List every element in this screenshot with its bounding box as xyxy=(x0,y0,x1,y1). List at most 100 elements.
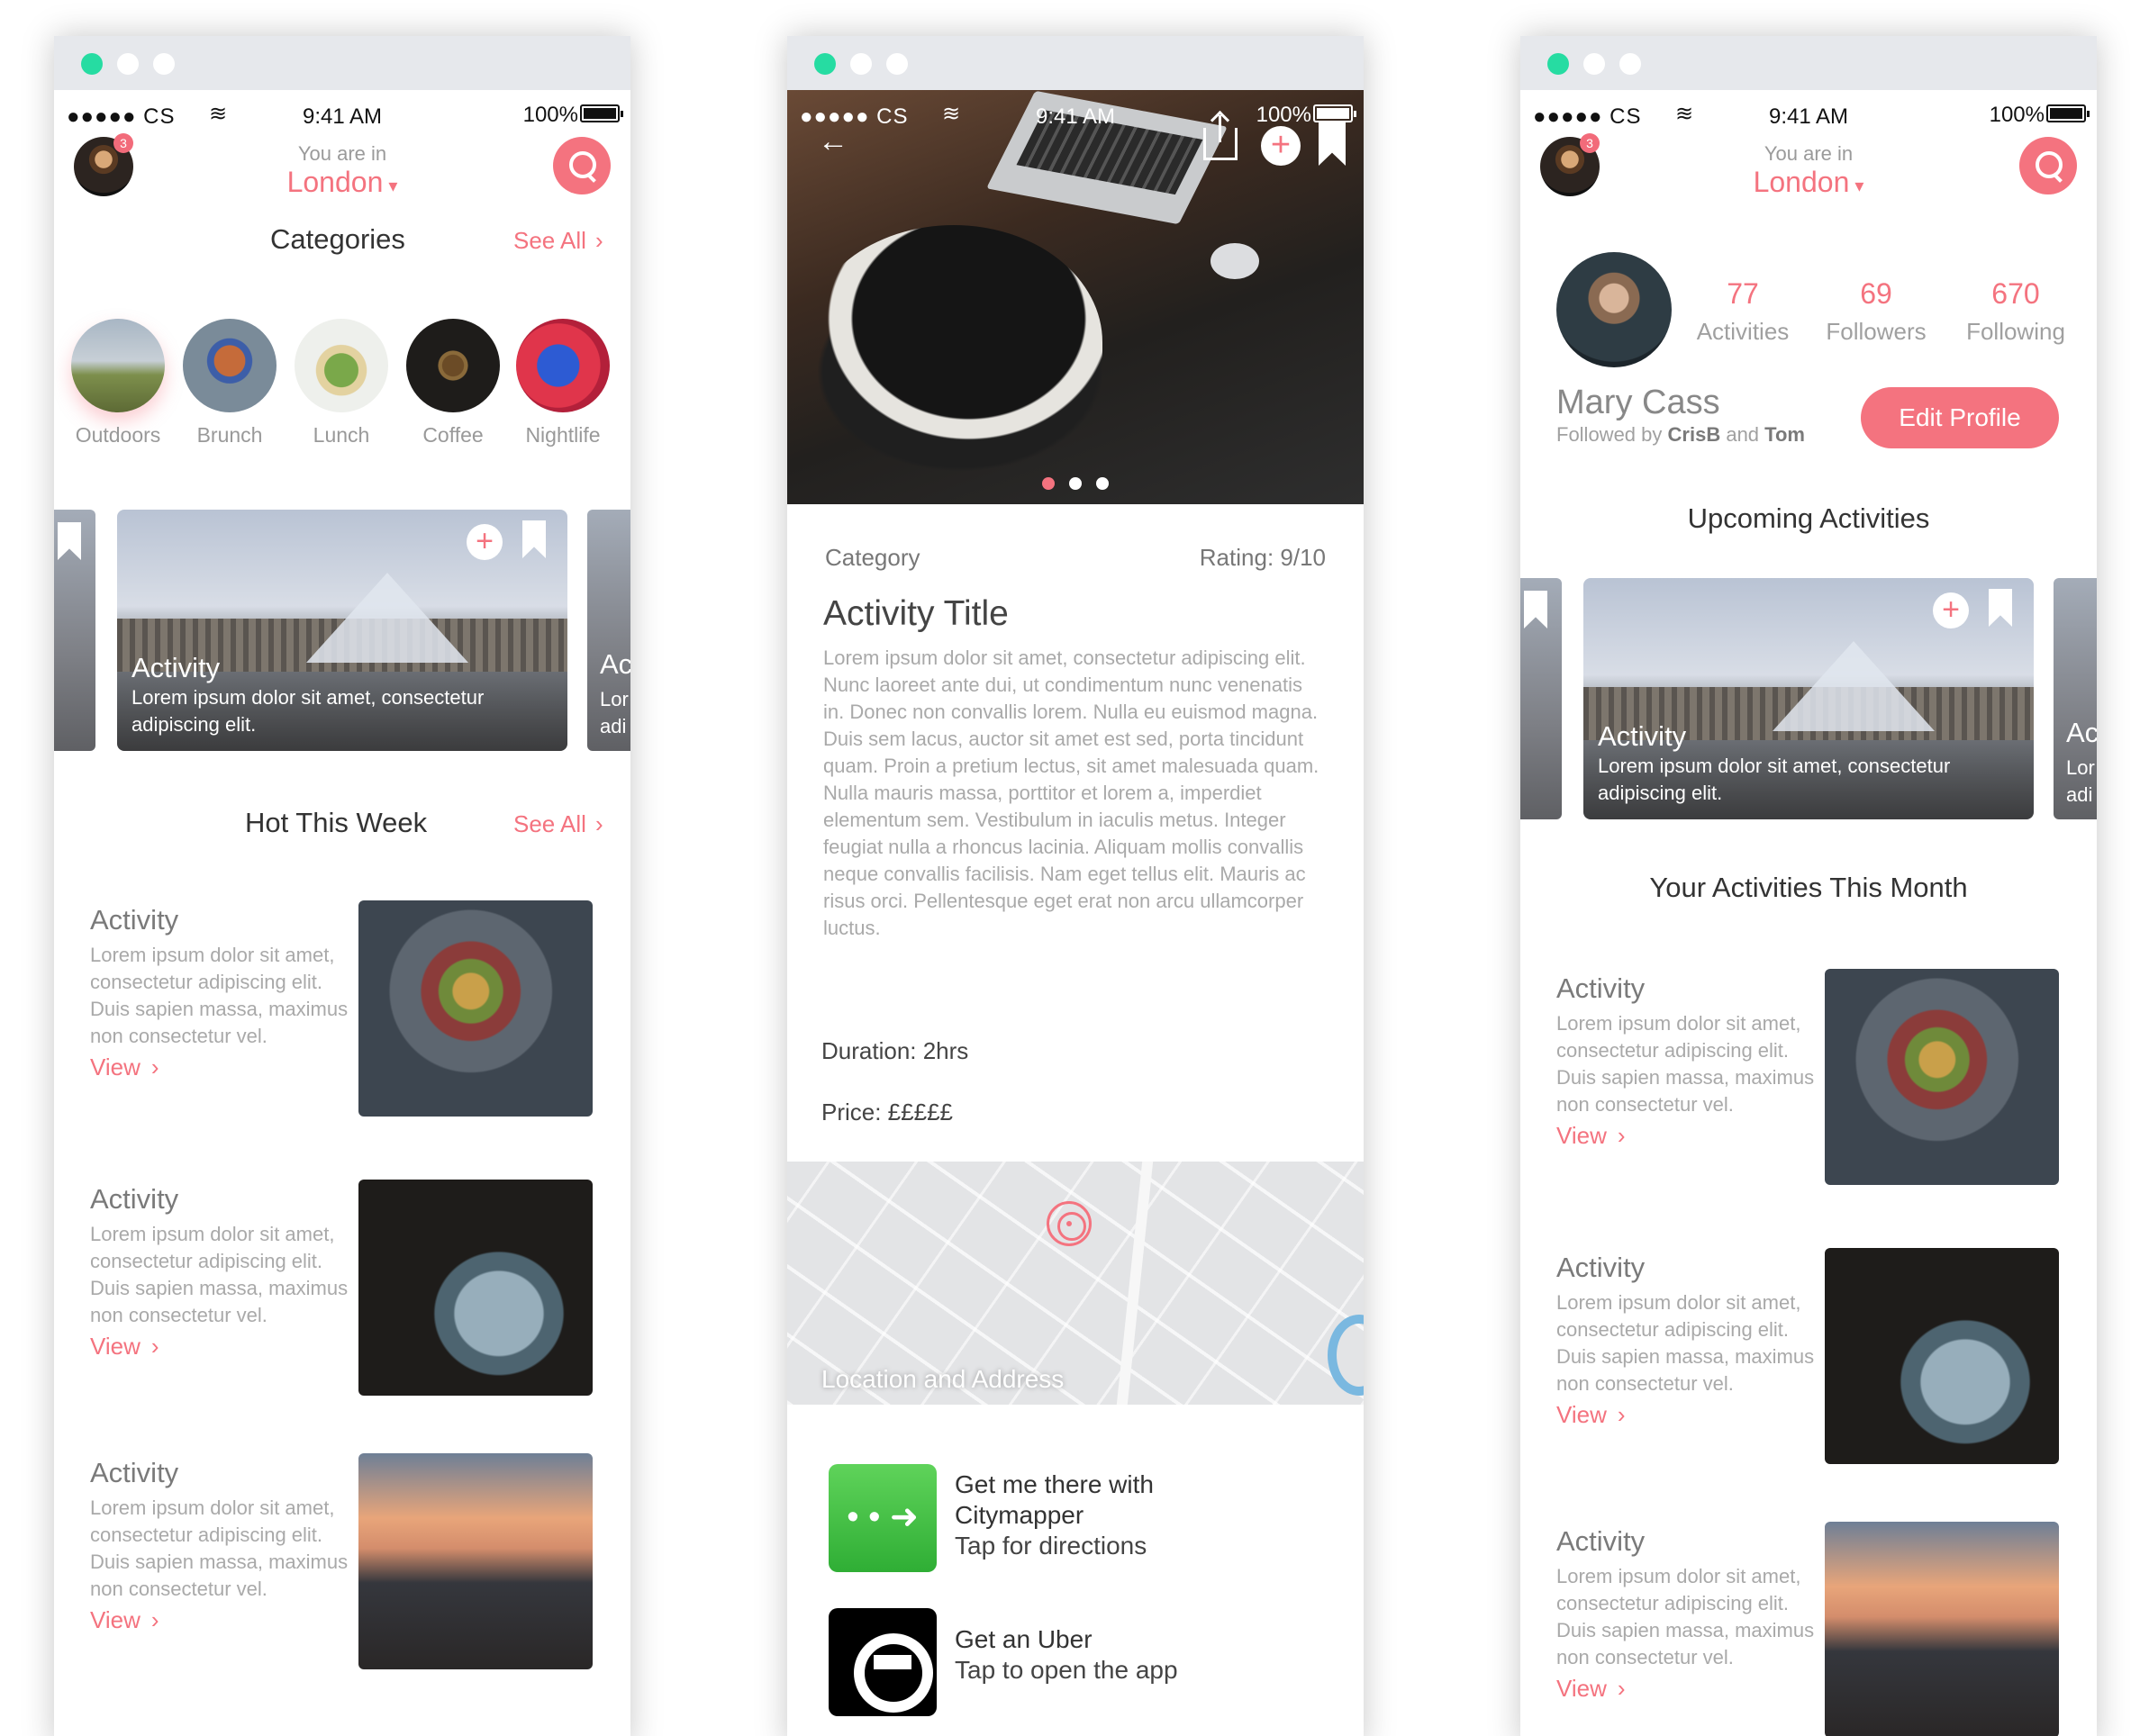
citymapper-line-2: Citymapper xyxy=(955,1501,1084,1529)
window-dot-minimize[interactable] xyxy=(850,53,872,75)
category-brunch[interactable]: Brunch xyxy=(182,319,277,448)
list-item[interactable]: Activity Lorem ipsum dolor sit amet, con… xyxy=(90,904,351,1081)
view-link[interactable]: View › xyxy=(1556,1675,1818,1703)
back-arrow-icon[interactable]: ← xyxy=(818,124,848,159)
follower-link[interactable]: Tom xyxy=(1764,423,1805,446)
activity-thumbnail[interactable] xyxy=(358,1180,593,1396)
chair-graphic xyxy=(805,225,1102,459)
pyramid-graphic xyxy=(306,572,468,663)
phone-home: ●●●●● CS ≋ 9:41 AM 100% 3 You are in Lon… xyxy=(54,36,630,1736)
activity-thumbnail[interactable] xyxy=(1825,969,2059,1185)
stat-activities[interactable]: 77 Activities xyxy=(1684,277,1801,346)
citymapper-icon[interactable] xyxy=(829,1464,937,1572)
card-title: Activity xyxy=(1598,720,1687,752)
chevron-right-icon: › xyxy=(150,1606,159,1633)
view-link[interactable]: View › xyxy=(1556,1122,1818,1150)
category-nightlife[interactable]: Nightlife xyxy=(515,319,611,448)
battery-label: 100% xyxy=(1989,103,2045,127)
share-icon[interactable] xyxy=(1203,115,1238,160)
pager-dot[interactable] xyxy=(1096,477,1109,490)
view-link[interactable]: View › xyxy=(1556,1401,1818,1429)
activity-title: Activity xyxy=(90,1457,179,1488)
window-dot-maximize[interactable] xyxy=(886,53,908,75)
map-water xyxy=(1328,1315,1364,1396)
window-dot-close[interactable] xyxy=(81,53,103,75)
upcoming-activity-card[interactable]: + Activity Lorem ipsum dolor sit amet, c… xyxy=(1583,578,2034,819)
category-outdoors[interactable]: Outdoors xyxy=(70,319,166,448)
featured-activity-card[interactable]: + Activity Lorem ipsum dolor sit amet, c… xyxy=(117,510,567,751)
view-link[interactable]: View › xyxy=(90,1333,351,1361)
list-item[interactable]: Activity Lorem ipsum dolor sit amet, con… xyxy=(1556,972,1818,1150)
view-label: View xyxy=(1556,1401,1607,1428)
activity-description: Lorem ipsum dolor sit amet, consectetur … xyxy=(90,1496,349,1600)
window-dot-minimize[interactable] xyxy=(117,53,139,75)
uber-link[interactable]: Get an Uber Tap to open the app xyxy=(955,1624,1178,1686)
carousel-card-prev[interactable] xyxy=(54,510,95,751)
stat-following[interactable]: 670 Following xyxy=(1953,277,2079,346)
search-button[interactable] xyxy=(553,137,611,194)
location-selector[interactable]: London ▾ xyxy=(1520,166,2097,199)
location-pin-icon[interactable] xyxy=(1047,1201,1092,1246)
card-description: adi xyxy=(600,715,627,737)
hot-this-week-title: Hot This Week xyxy=(245,807,428,838)
add-activity-button[interactable]: + xyxy=(1933,592,1969,628)
search-button[interactable] xyxy=(2019,137,2077,194)
citymapper-link[interactable]: Get me there with Citymapper Tap for dir… xyxy=(955,1469,1154,1561)
activity-price: Price: £££££ xyxy=(821,1099,953,1126)
chevron-right-icon: › xyxy=(150,1053,159,1080)
list-item[interactable]: Activity Lorem ipsum dolor sit amet, con… xyxy=(1556,1525,1818,1703)
hot-see-all[interactable]: See All › xyxy=(513,810,603,838)
location-selector[interactable]: London ▾ xyxy=(54,166,630,199)
category-coffee[interactable]: Coffee xyxy=(405,319,501,448)
window-dot-maximize[interactable] xyxy=(1619,53,1641,75)
carousel-card-next[interactable]: Ac Lor adi xyxy=(587,510,630,751)
chevron-right-icon: › xyxy=(150,1333,159,1360)
window-dot-close[interactable] xyxy=(1547,53,1569,75)
card-description: adi xyxy=(2066,783,2093,806)
carousel-card-prev[interactable] xyxy=(1520,578,1562,819)
location-map[interactable]: Location and Address xyxy=(787,1162,1364,1405)
lunch-image xyxy=(295,319,388,412)
category-lunch[interactable]: Lunch xyxy=(294,319,389,448)
image-pager[interactable] xyxy=(787,477,1364,494)
battery-label: 100% xyxy=(1256,103,1311,127)
uber-subtitle: Tap to open the app xyxy=(955,1656,1178,1684)
location-city: London xyxy=(1753,166,1850,198)
stat-followers[interactable]: 69 Followers xyxy=(1818,277,1935,346)
window-dot-close[interactable] xyxy=(814,53,836,75)
profile-avatar[interactable] xyxy=(1556,252,1672,367)
activity-thumbnail[interactable] xyxy=(1825,1248,2059,1464)
uber-title: Get an Uber xyxy=(955,1625,1093,1653)
pager-dot[interactable] xyxy=(1069,477,1082,490)
edit-profile-button[interactable]: Edit Profile xyxy=(1861,387,2059,448)
categories-see-all[interactable]: See All › xyxy=(513,227,603,255)
list-item[interactable]: Activity Lorem ipsum dolor sit amet, con… xyxy=(90,1183,351,1361)
activity-thumbnail[interactable] xyxy=(358,1453,593,1669)
activity-thumbnail[interactable] xyxy=(1825,1522,2059,1736)
follower-link[interactable]: CrisB xyxy=(1668,423,1721,446)
card-title: Ac xyxy=(600,648,630,680)
bookmark-button[interactable] xyxy=(1989,589,2012,627)
add-activity-button[interactable]: + xyxy=(467,524,503,560)
see-all-label: See All xyxy=(513,810,586,837)
uber-icon[interactable] xyxy=(829,1608,937,1716)
bookmark-icon xyxy=(1524,591,1547,628)
activity-duration: Duration: 2hrs xyxy=(821,1037,969,1064)
location-label: You are in xyxy=(1764,142,1854,165)
carousel-card-next[interactable]: Ac Lor adi xyxy=(2054,578,2097,819)
category-label: Coffee xyxy=(422,423,484,447)
activity-thumbnail[interactable] xyxy=(358,900,593,1117)
mouse-graphic xyxy=(1211,243,1259,279)
bookmark-button[interactable] xyxy=(522,520,546,558)
view-link[interactable]: View › xyxy=(90,1053,351,1081)
window-dot-maximize[interactable] xyxy=(153,53,175,75)
activity-title: Activity xyxy=(1556,972,1646,1004)
list-item[interactable]: Activity Lorem ipsum dolor sit amet, con… xyxy=(1556,1252,1818,1429)
add-activity-button[interactable]: + xyxy=(1261,126,1301,166)
location-label: You are in xyxy=(297,142,387,165)
window-dot-minimize[interactable] xyxy=(1583,53,1605,75)
list-item[interactable]: Activity Lorem ipsum dolor sit amet, con… xyxy=(90,1457,351,1634)
pager-dot-active[interactable] xyxy=(1042,477,1055,490)
view-link[interactable]: View › xyxy=(90,1606,351,1634)
caret-down-icon: ▾ xyxy=(1854,176,1864,196)
